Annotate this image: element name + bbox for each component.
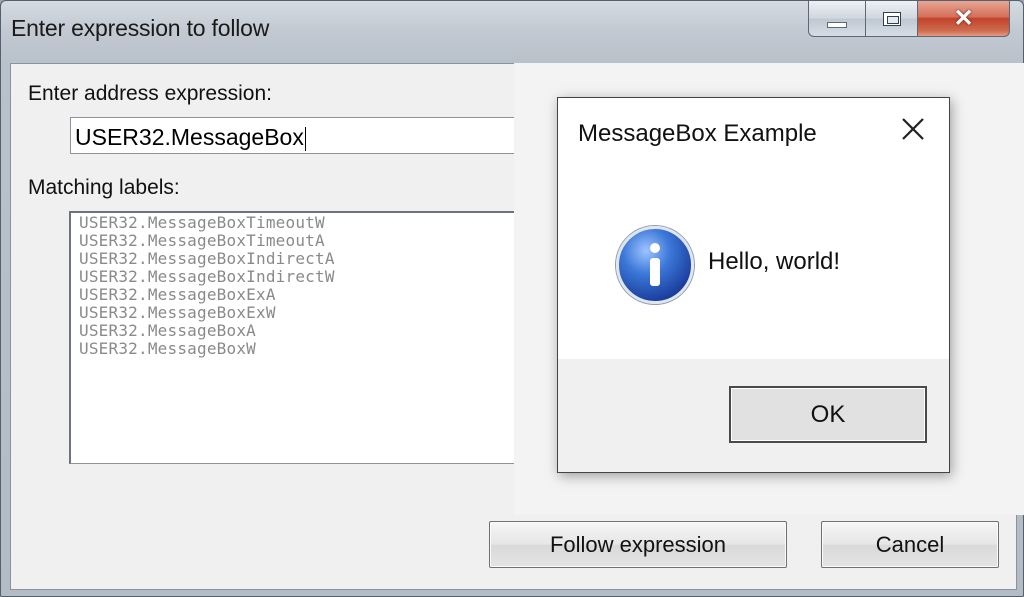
- restore-icon: [882, 11, 901, 26]
- caption-buttons: ✕: [808, 1, 1013, 41]
- messagebox-window: MessageBox Example Hello, world! OK: [557, 97, 950, 473]
- address-label: Enter address expression:: [28, 82, 272, 105]
- follow-expression-button[interactable]: Follow expression: [489, 521, 787, 568]
- text-caret: [304, 126, 306, 151]
- ok-button[interactable]: OK: [729, 386, 927, 443]
- cancel-button[interactable]: Cancel: [821, 521, 999, 568]
- matching-labels-label: Matching labels:: [28, 176, 180, 199]
- minimize-icon: [827, 21, 847, 28]
- messagebox-footer: OK: [558, 359, 949, 472]
- information-icon: [616, 226, 694, 304]
- address-input-value: USER32.MessageBox: [75, 124, 304, 150]
- close-icon: ✕: [953, 5, 974, 32]
- close-button[interactable]: ✕: [918, 1, 1010, 37]
- minimize-button[interactable]: [808, 1, 866, 37]
- messagebox-close-icon[interactable]: [896, 112, 930, 146]
- window-title: Enter expression to follow: [11, 15, 270, 41]
- maximize-button[interactable]: [866, 1, 918, 37]
- messagebox-title: MessageBox Example: [578, 120, 817, 147]
- address-input[interactable]: USER32.MessageBox: [70, 117, 590, 154]
- messagebox-text: Hello, world!: [708, 248, 841, 275]
